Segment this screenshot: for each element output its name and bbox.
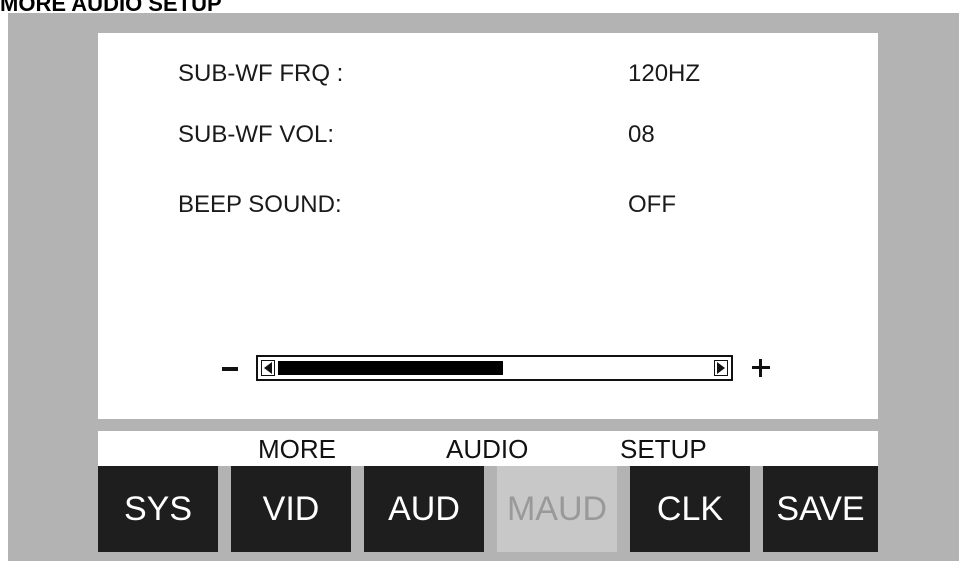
tab-vid[interactable]: VID	[231, 466, 351, 552]
slider-right-arrow-icon[interactable]	[714, 360, 728, 376]
tab-sys[interactable]: SYS	[98, 466, 218, 552]
slider-fill	[278, 361, 503, 375]
settings-panel: SUB-WF FRQ : 120HZ SUB-WF VOL: 08 BEEP S…	[98, 33, 878, 419]
plus-icon[interactable]	[752, 359, 770, 377]
beep-sound-value[interactable]: OFF	[628, 191, 676, 219]
tab-maud[interactable]: MAUD	[497, 466, 617, 552]
title-word-setup: SETUP	[620, 434, 707, 464]
subwoofer-volume-label: SUB-WF VOL:	[178, 121, 335, 148]
subwoofer-frequency-value[interactable]: 120HZ	[628, 60, 700, 88]
menu-tabs: SYS VID AUD MAUD CLK SAVE	[98, 466, 878, 552]
minus-icon[interactable]	[222, 367, 238, 371]
tab-aud[interactable]: AUD	[364, 466, 484, 552]
osd-screen: SUB-WF FRQ : 120HZ SUB-WF VOL: 08 BEEP S…	[8, 13, 959, 561]
title-word-more: MORE	[258, 434, 336, 464]
level-slider[interactable]	[256, 355, 733, 381]
tab-clk[interactable]: CLK	[630, 466, 750, 552]
subwoofer-volume-value[interactable]: 08	[628, 121, 655, 149]
menu-title-bar: MORE AUDIO SETUP	[98, 431, 878, 466]
subwoofer-frequency-label: SUB-WF FRQ :	[178, 60, 344, 87]
slider-left-arrow-icon[interactable]	[261, 360, 275, 376]
tab-save[interactable]: SAVE	[763, 466, 878, 552]
title-word-audio: AUDIO	[446, 434, 529, 464]
beep-sound-label: BEEP SOUND:	[178, 191, 342, 218]
